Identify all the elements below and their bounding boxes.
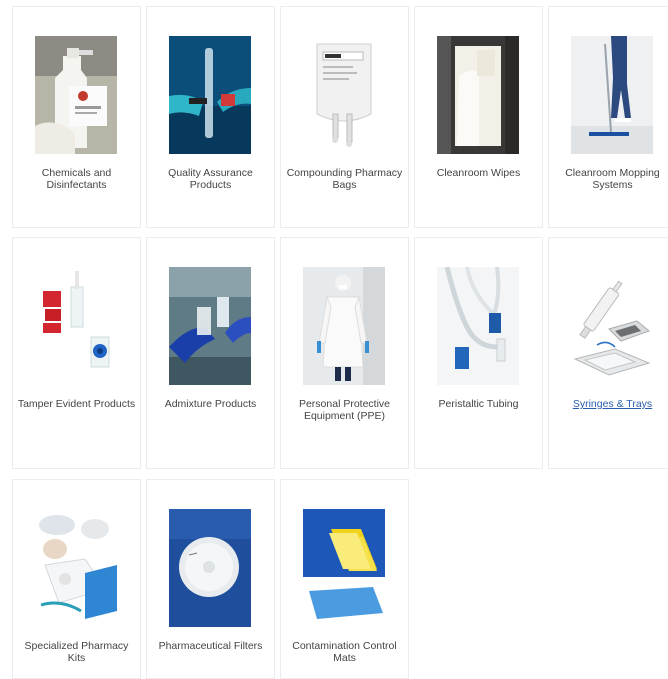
product-card-mopping-systems[interactable]: Cleanroom Mopping Systems bbox=[548, 6, 668, 228]
product-label: Compounding Pharmacy Bags bbox=[286, 167, 403, 191]
product-card-tamper-evident[interactable]: Tamper Evident Products bbox=[12, 237, 141, 469]
syringe-filter-photo bbox=[169, 509, 251, 627]
contamination-mat-photo bbox=[303, 509, 385, 627]
product-label: Contamination Control Mats bbox=[292, 640, 397, 664]
cleanroom-mop-photo bbox=[571, 36, 653, 154]
product-label: Pharmaceutical Filters bbox=[158, 640, 263, 652]
product-card-pharmacy-kits[interactable]: Specialized Pharmacy Kits bbox=[12, 479, 141, 679]
disinfectant-spray-bottle-photo bbox=[35, 36, 117, 154]
product-label: Tamper Evident Products bbox=[17, 398, 136, 410]
product-card-contamination-mats[interactable]: Contamination Control Mats bbox=[280, 479, 409, 679]
admixture-vial-photo bbox=[169, 267, 251, 385]
product-label: Chemicals and Disinfectants bbox=[41, 167, 112, 191]
pharmacy-kit-photo bbox=[35, 509, 117, 627]
ppe-gown-person-photo bbox=[303, 267, 385, 385]
product-card-cleanroom-wipes[interactable]: Cleanroom Wipes bbox=[414, 6, 543, 228]
product-card-peristaltic-tubing[interactable]: Peristaltic Tubing bbox=[414, 237, 543, 469]
product-card-chemicals[interactable]: Chemicals and Disinfectants bbox=[12, 6, 141, 228]
product-card-ppe[interactable]: Personal Protective Equipment (PPE) bbox=[280, 237, 409, 469]
product-label: Cleanroom Mopping Systems bbox=[565, 167, 660, 191]
product-label: Specialized Pharmacy Kits bbox=[24, 640, 129, 664]
cleanroom-wipe-glove-photo bbox=[437, 36, 519, 154]
tamper-evident-caps-photo bbox=[35, 267, 117, 385]
syringes-trays-link[interactable]: Syringes & Trays bbox=[553, 398, 668, 411]
product-grid: Chemicals and Disinfectants Quality Assu… bbox=[0, 0, 668, 679]
product-card-syringes-trays[interactable]: Syringes & Trays bbox=[548, 237, 668, 469]
product-card-quality-assurance[interactable]: Quality Assurance Products bbox=[146, 6, 275, 228]
product-label: Admixture Products bbox=[164, 398, 257, 410]
product-card-admixture[interactable]: Admixture Products bbox=[146, 237, 275, 469]
product-label: Personal Protective Equipment (PPE) bbox=[298, 398, 391, 422]
iv-compounding-bag-photo bbox=[303, 36, 385, 154]
gloved-hands-test-tube-photo bbox=[169, 36, 251, 154]
syringe-tray-photo bbox=[571, 267, 653, 385]
product-label: Quality Assurance Products bbox=[168, 167, 253, 191]
product-card-compounding-bags[interactable]: Compounding Pharmacy Bags bbox=[280, 6, 409, 228]
product-card-pharmaceutical-filters[interactable]: Pharmaceutical Filters bbox=[146, 479, 275, 679]
product-label: Cleanroom Wipes bbox=[436, 167, 521, 179]
peristaltic-tubing-photo bbox=[437, 267, 519, 385]
product-label: Peristaltic Tubing bbox=[438, 398, 519, 410]
